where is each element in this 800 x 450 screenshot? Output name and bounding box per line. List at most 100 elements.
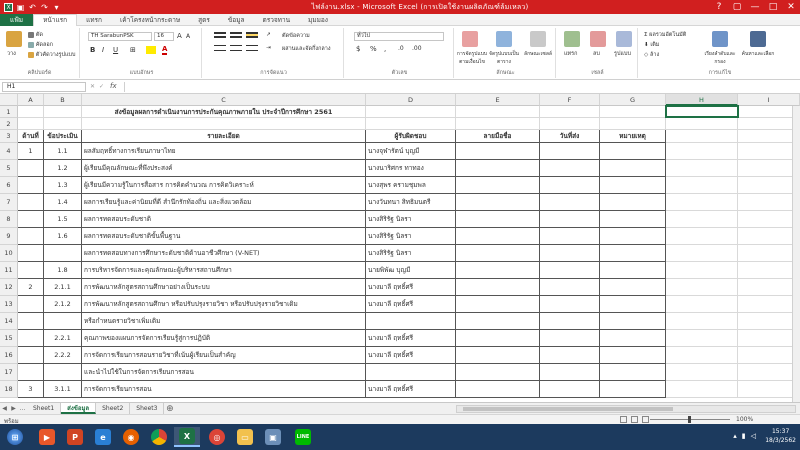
column-header-f[interactable]: F bbox=[540, 94, 600, 106]
cell-f-9[interactable] bbox=[540, 228, 600, 245]
shrink-font-icon[interactable]: A bbox=[186, 33, 190, 40]
normal-view-icon[interactable] bbox=[620, 416, 627, 423]
ribbon-display-button[interactable]: ▢ bbox=[728, 0, 746, 14]
cell-d-18[interactable]: นางมาลี ฤทธิ์ศรี bbox=[366, 381, 456, 398]
cell-h-12[interactable] bbox=[666, 279, 738, 296]
cell-a-11[interactable] bbox=[18, 262, 44, 279]
cell-e-12[interactable] bbox=[456, 279, 540, 296]
copy-button[interactable]: คัดลอก bbox=[28, 41, 53, 49]
indent-icon[interactable]: ⇥ bbox=[266, 45, 271, 51]
cell-e-11[interactable] bbox=[456, 262, 540, 279]
cell-b-16[interactable]: 2.2.2 bbox=[44, 347, 82, 364]
horizontal-scroll-thumb[interactable] bbox=[463, 406, 673, 411]
cell-e-16[interactable] bbox=[456, 347, 540, 364]
cell-h-3[interactable] bbox=[666, 130, 738, 143]
row-header[interactable]: 9 bbox=[0, 228, 18, 245]
cell-h-2[interactable] bbox=[666, 118, 738, 130]
wrap-text-button[interactable]: ตัดข้อความ bbox=[282, 32, 310, 40]
new-sheet-icon[interactable]: ⊕ bbox=[164, 403, 175, 414]
format-cells-icon[interactable] bbox=[616, 31, 632, 47]
find-select-button[interactable]: ค้นหาและเลือก bbox=[740, 50, 776, 58]
row-header[interactable]: 3 bbox=[0, 130, 18, 143]
merge-center-button[interactable]: ผสานและจัดกึ่งกลาง bbox=[282, 45, 331, 53]
volume-icon[interactable]: ◁ bbox=[751, 432, 756, 440]
cell-c-5[interactable]: ผู้เรียนมีคุณลักษณะที่พึงประสงค์ bbox=[82, 160, 366, 177]
name-box[interactable]: H1 bbox=[2, 82, 86, 92]
tab-file[interactable]: แฟ้ม bbox=[0, 13, 34, 26]
cell-i-8[interactable] bbox=[738, 211, 800, 228]
cell-f-13[interactable] bbox=[540, 296, 600, 313]
cell-d-2[interactable] bbox=[366, 118, 456, 130]
taskbar-app-excel[interactable]: X bbox=[174, 427, 200, 447]
row-header[interactable]: 5 bbox=[0, 160, 18, 177]
cell-styles-button[interactable]: ลักษณะเซลล์ bbox=[522, 50, 554, 58]
cell-i-12[interactable] bbox=[738, 279, 800, 296]
cell-b-1[interactable] bbox=[44, 106, 82, 118]
cell-g-5[interactable] bbox=[600, 160, 666, 177]
cell-g-15[interactable] bbox=[600, 330, 666, 347]
cell-i-5[interactable] bbox=[738, 160, 800, 177]
cell-b-15[interactable]: 2.2.1 bbox=[44, 330, 82, 347]
prev-sheet-icon[interactable]: ◀ bbox=[0, 405, 9, 412]
cell-e-2[interactable] bbox=[456, 118, 540, 130]
tab-page-layout[interactable]: เค้าโครงหน้ากระดาษ bbox=[111, 14, 189, 26]
cell-e-6[interactable] bbox=[456, 177, 540, 194]
sheet-tab-sheet2[interactable]: Sheet2 bbox=[96, 403, 131, 414]
horizontal-scrollbar[interactable] bbox=[456, 404, 796, 413]
undo-icon[interactable]: ↶ bbox=[28, 3, 37, 12]
italic-icon[interactable]: I bbox=[102, 46, 104, 54]
cell-b-7[interactable]: 1.4 bbox=[44, 194, 82, 211]
cell-i-17[interactable] bbox=[738, 364, 800, 381]
row-header[interactable]: 11 bbox=[0, 262, 18, 279]
cell-a-3[interactable]: ด้านที่ bbox=[18, 130, 44, 143]
cell-e-5[interactable] bbox=[456, 160, 540, 177]
paste-icon[interactable] bbox=[6, 31, 22, 47]
cell-d-14[interactable] bbox=[366, 313, 456, 330]
cell-f-4[interactable] bbox=[540, 143, 600, 160]
cell-b-11[interactable]: 1.8 bbox=[44, 262, 82, 279]
insert-cells-button[interactable]: แทรก bbox=[564, 50, 577, 58]
cell-c-15[interactable]: คุณภาพของแผนการจัดการเรียนรู้สู่การปฏิบั… bbox=[82, 330, 366, 347]
cancel-entry-icon[interactable]: ✕ bbox=[90, 83, 95, 90]
align-center-icon[interactable] bbox=[230, 45, 242, 51]
cell-d-8[interactable]: นางสิริรัฐ นิลรา bbox=[366, 211, 456, 228]
formula-input[interactable] bbox=[124, 82, 796, 92]
cell-i-3[interactable] bbox=[738, 130, 800, 143]
cell-styles-icon[interactable] bbox=[530, 31, 546, 47]
align-top-icon[interactable] bbox=[214, 32, 226, 38]
font-color-icon[interactable]: A bbox=[162, 45, 168, 55]
cell-b-14[interactable] bbox=[44, 313, 82, 330]
cell-a-10[interactable] bbox=[18, 245, 44, 262]
cell-g-3[interactable]: หมายเหตุ bbox=[600, 130, 666, 143]
cell-g-14[interactable] bbox=[600, 313, 666, 330]
cell-c-11[interactable]: การบริหารจัดการและคุณลักษณะผู้บริหารสถาน… bbox=[82, 262, 366, 279]
cell-i-14[interactable] bbox=[738, 313, 800, 330]
cell-a-18[interactable]: 3 bbox=[18, 381, 44, 398]
cell-f-16[interactable] bbox=[540, 347, 600, 364]
cell-g-10[interactable] bbox=[600, 245, 666, 262]
insert-cells-icon[interactable] bbox=[564, 31, 580, 47]
row-header[interactable]: 1 bbox=[0, 106, 18, 118]
delete-cells-button[interactable]: ลบ bbox=[593, 50, 600, 58]
cell-i-4[interactable] bbox=[738, 143, 800, 160]
cell-g-16[interactable] bbox=[600, 347, 666, 364]
cell-b-10[interactable] bbox=[44, 245, 82, 262]
autosum-button[interactable]: Σ ผลรวมอัตโนมัติ bbox=[644, 31, 686, 39]
column-header-b[interactable]: B bbox=[44, 94, 82, 106]
cell-a-13[interactable] bbox=[18, 296, 44, 313]
cell-h-17[interactable] bbox=[666, 364, 738, 381]
cell-c-13[interactable]: การพัฒนาหลักสูตรสถานศึกษา หรือปรับปรุงรา… bbox=[82, 296, 366, 313]
cell-g-2[interactable] bbox=[600, 118, 666, 130]
sheet-tab-sheet3[interactable]: Sheet3 bbox=[130, 403, 165, 414]
cell-c-6[interactable]: ผู้เรียนมีความรู้ในการสื่อสาร การคิดคำนว… bbox=[82, 177, 366, 194]
cell-g-6[interactable] bbox=[600, 177, 666, 194]
row-header[interactable]: 15 bbox=[0, 330, 18, 347]
confirm-entry-icon[interactable]: ✓ bbox=[99, 83, 104, 90]
increase-decimal-icon[interactable]: .0 bbox=[398, 45, 404, 52]
cell-h-10[interactable] bbox=[666, 245, 738, 262]
cell-e-1[interactable] bbox=[456, 106, 540, 118]
sort-filter-icon[interactable] bbox=[712, 31, 728, 47]
cell-c-18[interactable]: การจัดการเรียนการสอน bbox=[82, 381, 366, 398]
cell-h-18[interactable] bbox=[666, 381, 738, 398]
bold-icon[interactable]: B bbox=[90, 46, 95, 54]
